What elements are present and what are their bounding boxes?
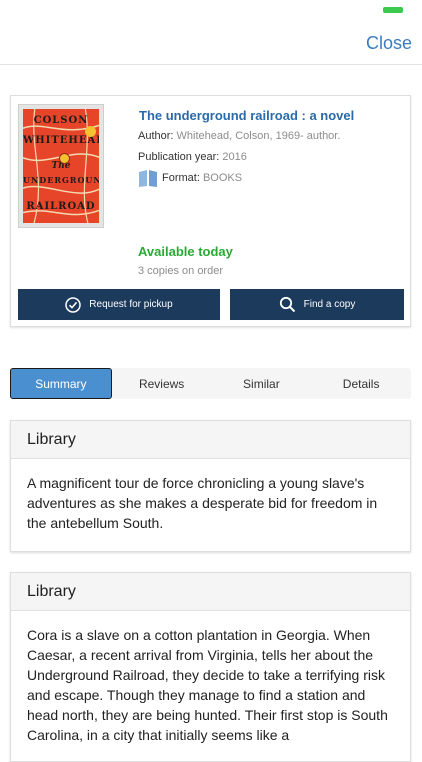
book-icon <box>139 170 157 187</box>
publication-label: Publication year: <box>138 151 220 163</box>
copies-on-order: 3 copies on order <box>138 265 223 277</box>
close-button[interactable]: Close <box>366 33 412 54</box>
detail-tabs: Summary Reviews Similar Details <box>10 368 411 399</box>
book-card: COLSON WHITEHEAD The UNDERGROUND RAILROA… <box>10 95 411 327</box>
summary-panel-text: A magnificent tour de force chronicling … <box>27 475 378 531</box>
cover-author-first: COLSON <box>33 115 89 126</box>
find-copy-label: Find a copy <box>303 299 356 310</box>
cover-title-railroad: RAILROAD <box>26 201 96 212</box>
tab-summary[interactable]: Summary <box>10 368 112 399</box>
book-cover-art: COLSON WHITEHEAD The UNDERGROUND RAILROA… <box>23 109 99 223</box>
format-row: Format: BOOKS <box>162 172 242 184</box>
summary-panel-heading: Library <box>11 421 410 459</box>
author-label: Author: <box>138 130 174 142</box>
format-value: BOOKS <box>202 172 243 184</box>
tab-reviews[interactable]: Reviews <box>112 368 212 399</box>
tab-similar[interactable]: Similar <box>212 368 312 399</box>
tab-details[interactable]: Details <box>311 368 411 399</box>
check-circle-icon <box>65 296 82 313</box>
request-pickup-label: Request for pickup <box>89 299 173 310</box>
cover-award-badge <box>85 126 96 137</box>
book-title[interactable]: The underground railroad : a novel <box>139 108 354 123</box>
summary-panel-heading: Library <box>11 573 410 611</box>
summary-panel-text: Cora is a slave on a cotton plantation i… <box>27 627 388 743</box>
format-label: Format: <box>162 172 200 184</box>
request-pickup-button[interactable]: Request for pickup <box>18 289 220 320</box>
publication-row: Publication year: 2016 <box>138 151 247 163</box>
summary-panel: Library Cora is a slave on a cotton plan… <box>10 572 411 762</box>
summary-panel: Library A magnificent tour de force chro… <box>10 420 411 552</box>
cover-title-underground: UNDERGROUND <box>23 175 99 185</box>
book-cover[interactable]: COLSON WHITEHEAD The UNDERGROUND RAILROA… <box>18 104 104 228</box>
search-icon <box>279 296 296 313</box>
publication-value: 2016 <box>222 151 247 163</box>
battery-indicator <box>383 7 403 13</box>
find-copy-button[interactable]: Find a copy <box>230 289 404 320</box>
author-row: Author: Whitehead, Colson, 1969- author. <box>138 130 340 142</box>
availability-status: Available today <box>138 244 233 259</box>
top-bar: Close <box>0 0 422 65</box>
cover-emblem-icon <box>59 153 70 164</box>
author-value: Whitehead, Colson, 1969- author. <box>176 130 341 142</box>
